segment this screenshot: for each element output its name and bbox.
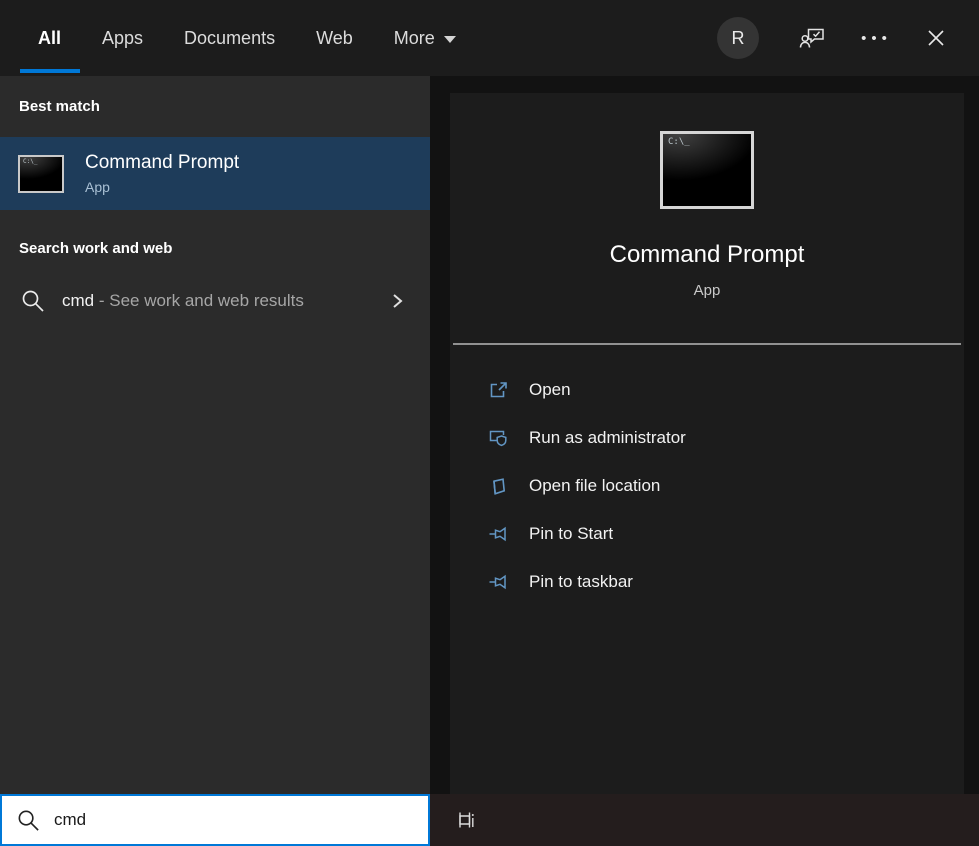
- ellipsis-glyph: •••: [856, 30, 892, 47]
- chevron-down-icon: [444, 36, 456, 43]
- best-match-subtitle: App: [85, 179, 239, 195]
- taskbar: [0, 794, 979, 846]
- command-prompt-icon: C:\_: [18, 155, 64, 193]
- command-prompt-icon-large: C:\_: [660, 131, 754, 209]
- best-match-header: Best match: [0, 76, 430, 137]
- avatar[interactable]: R: [717, 17, 759, 59]
- cmd-icon-prompt-text: C:\_: [668, 138, 690, 147]
- tab-all-label: All: [38, 28, 61, 49]
- tab-documents[interactable]: Documents: [184, 0, 275, 76]
- tab-more-label: More: [394, 28, 435, 49]
- search-input[interactable]: [54, 810, 428, 830]
- tab-web-label: Web: [316, 28, 353, 49]
- web-search-result[interactable]: cmd - See work and web results: [0, 272, 430, 330]
- chevron-right-icon: [388, 292, 406, 310]
- best-match-text: Command Prompt App: [85, 152, 239, 195]
- filter-tabs: All Apps Documents Web More: [38, 0, 456, 76]
- action-run-as-admin-label: Run as administrator: [529, 428, 686, 448]
- action-pin-to-start[interactable]: Pin to Start: [450, 510, 964, 558]
- tab-all[interactable]: All: [38, 0, 61, 76]
- search-icon: [20, 288, 46, 314]
- tab-apps[interactable]: Apps: [102, 0, 143, 76]
- action-open-file-location-label: Open file location: [529, 476, 660, 496]
- web-result-suffix: - See work and web results: [94, 291, 304, 310]
- action-pin-to-taskbar[interactable]: Pin to taskbar: [450, 558, 964, 606]
- web-section-header: Search work and web: [0, 210, 430, 272]
- close-icon[interactable]: [915, 17, 957, 59]
- results-panel: Best match C:\_ Command Prompt App Searc…: [0, 76, 430, 794]
- tab-apps-label: Apps: [102, 28, 143, 49]
- details-divider: [453, 343, 961, 345]
- details-title: Command Prompt: [450, 241, 964, 269]
- details-pane: C:\_ Command Prompt App Open: [450, 93, 964, 794]
- web-result-query: cmd: [62, 291, 94, 310]
- taskbar-app-icon[interactable]: [442, 794, 490, 846]
- action-run-as-admin[interactable]: Run as administrator: [450, 414, 964, 462]
- action-list: Open Run as administrator: [450, 366, 964, 606]
- web-result-text: cmd - See work and web results: [62, 291, 388, 311]
- cmd-icon-prompt-text: C:\_: [23, 159, 37, 165]
- shield-window-icon: [487, 427, 509, 449]
- tab-documents-label: Documents: [184, 28, 275, 49]
- search-icon: [16, 808, 41, 833]
- action-pin-to-taskbar-label: Pin to taskbar: [529, 572, 633, 592]
- pin-icon: [487, 523, 509, 545]
- file-location-icon: [487, 475, 509, 497]
- search-filter-bar: All Apps Documents Web More R: [0, 0, 979, 76]
- windows-search-flyout: All Apps Documents Web More R: [0, 0, 979, 846]
- action-open-file-location[interactable]: Open file location: [450, 462, 964, 510]
- best-match-title: Command Prompt: [85, 152, 239, 174]
- more-options-icon[interactable]: •••: [853, 17, 895, 59]
- action-open-label: Open: [529, 380, 571, 400]
- preview-region: C:\_ Command Prompt App Open: [430, 76, 979, 794]
- tab-more[interactable]: More: [394, 0, 456, 76]
- action-open[interactable]: Open: [450, 366, 964, 414]
- open-in-window-icon: [487, 379, 509, 401]
- taskbar-search-box[interactable]: [0, 794, 430, 846]
- pin-icon: [487, 571, 509, 593]
- topbar-right-controls: R •••: [717, 0, 957, 76]
- tab-web[interactable]: Web: [316, 0, 353, 76]
- best-match-result[interactable]: C:\_ Command Prompt App: [0, 137, 430, 210]
- active-tab-underline: [20, 69, 80, 73]
- action-pin-to-start-label: Pin to Start: [529, 524, 613, 544]
- feedback-icon[interactable]: [791, 17, 833, 59]
- details-subtitle: App: [450, 282, 964, 299]
